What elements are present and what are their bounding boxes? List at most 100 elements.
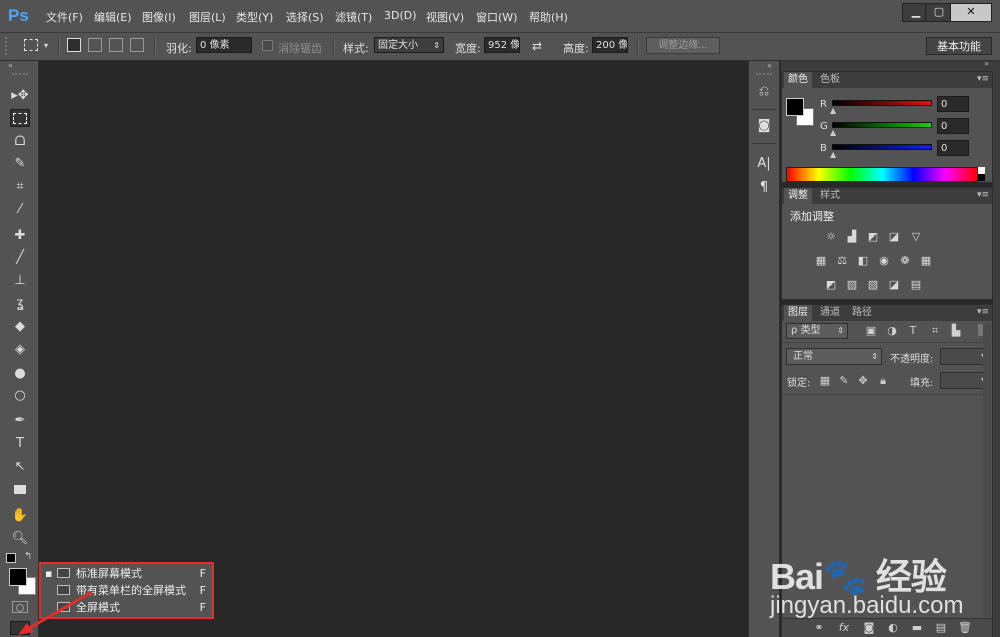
filter-shape-icon[interactable]: ⌗ xyxy=(928,324,942,338)
vibrance-icon[interactable]: ▽ xyxy=(909,231,923,243)
quick-select-tool-icon[interactable]: ✎ xyxy=(10,155,30,173)
panel-grip[interactable] xyxy=(756,73,772,75)
menu-3d[interactable]: 3D(D) xyxy=(384,9,417,22)
swap-icon[interactable]: ⇄ xyxy=(532,39,542,53)
spectrum-black[interactable] xyxy=(978,174,985,181)
add-selection-icon[interactable] xyxy=(88,38,102,52)
filter-type-icon[interactable]: T xyxy=(906,324,920,338)
adjustment-layer-icon[interactable]: ◐ xyxy=(886,621,900,635)
blue-slider[interactable] xyxy=(832,144,932,150)
type-tool-icon[interactable]: T xyxy=(10,435,30,453)
channel-mixer-icon[interactable]: ❁ xyxy=(898,255,912,267)
slider-thumb-icon[interactable]: ▲ xyxy=(830,150,836,159)
black-white-icon[interactable]: ◧ xyxy=(856,255,870,267)
layer-filter-select[interactable]: ρ 类型 ⇕ xyxy=(786,323,848,339)
filter-adjustment-icon[interactable]: ◑ xyxy=(885,324,899,338)
lock-position-icon[interactable]: ✥ xyxy=(856,374,870,388)
marquee-tool-icon[interactable] xyxy=(10,109,30,127)
crop-tool-icon[interactable]: ⌗ xyxy=(10,178,30,196)
slider-thumb-icon[interactable]: ▲ xyxy=(830,106,836,115)
posterize-icon[interactable]: ▨ xyxy=(845,279,859,291)
menu-edit[interactable]: 编辑(E) xyxy=(94,9,132,25)
lock-transparent-icon[interactable]: ▦ xyxy=(818,374,832,388)
tab-swatches[interactable]: 色板 xyxy=(816,72,844,88)
pen-tool-icon[interactable]: ✒ xyxy=(10,412,30,430)
close-button[interactable]: ✕ xyxy=(950,3,992,22)
expand-icon[interactable]: » xyxy=(984,59,989,68)
spectrum-white[interactable] xyxy=(978,167,985,174)
red-slider[interactable] xyxy=(832,100,932,106)
exposure-icon[interactable]: ◪ xyxy=(887,231,901,243)
history-brush-tool-icon[interactable]: ʓ xyxy=(10,295,30,313)
layers-scrollbar[interactable] xyxy=(983,323,991,617)
tab-channels[interactable]: 通道 xyxy=(816,305,844,321)
blur-tool-icon[interactable]: ● xyxy=(10,365,30,383)
marquee-preset-icon[interactable] xyxy=(24,39,38,51)
foreground-color-swatch[interactable] xyxy=(786,98,804,116)
threshold-icon[interactable]: ▧ xyxy=(866,279,880,291)
filter-pixel-icon[interactable]: ▣ xyxy=(864,324,878,338)
hue-saturation-icon[interactable]: ▦ xyxy=(814,255,828,267)
menu-view[interactable]: 视图(V) xyxy=(426,9,464,25)
color-balance-icon[interactable]: ⚖ xyxy=(835,255,849,267)
character-icon[interactable]: A| xyxy=(755,155,773,173)
options-grip[interactable] xyxy=(5,37,13,55)
new-layer-icon[interactable]: ▤ xyxy=(934,621,948,635)
menu-item-standard-screen[interactable]: ▪ 标准屏幕模式 F xyxy=(41,565,212,582)
brightness-icon[interactable]: ☼ xyxy=(824,231,838,243)
eraser-tool-icon[interactable]: ◆ xyxy=(10,318,30,336)
panel-menu-icon[interactable]: ▾≡ xyxy=(977,307,989,317)
clone-stamp-tool-icon[interactable]: ⊥ xyxy=(10,272,30,290)
tab-adjustments[interactable]: 调整 xyxy=(784,188,812,204)
eyedropper-tool-icon[interactable]: ⁄ xyxy=(10,201,30,219)
gradient-map-icon[interactable]: ▤ xyxy=(909,279,923,291)
healing-brush-tool-icon[interactable]: ✚ xyxy=(10,227,30,245)
menu-help[interactable]: 帮助(H) xyxy=(529,9,568,25)
lasso-tool-icon[interactable]: ᗝ xyxy=(10,133,30,151)
height-input[interactable]: 200 像 xyxy=(592,37,628,53)
menu-select[interactable]: 选择(S) xyxy=(286,9,324,25)
color-lookup-icon[interactable]: ▦ xyxy=(919,255,933,267)
green-value[interactable]: 0 xyxy=(937,118,969,134)
panel-menu-icon[interactable]: ▾≡ xyxy=(977,74,989,84)
layer-mask-icon[interactable]: ◙ xyxy=(862,621,876,635)
lock-all-icon[interactable]: 🔒︎ xyxy=(876,374,890,388)
menu-layer[interactable]: 图层(L) xyxy=(189,9,226,25)
menu-image[interactable]: 图像(I) xyxy=(142,9,176,25)
subtract-selection-icon[interactable] xyxy=(109,38,123,52)
intersect-selection-icon[interactable] xyxy=(130,38,144,52)
photo-filter-icon[interactable]: ◉ xyxy=(877,255,891,267)
properties-icon[interactable]: ◙ xyxy=(755,117,773,135)
tab-layers[interactable]: 图层 xyxy=(784,305,812,321)
history-icon[interactable]: ⎌ xyxy=(755,83,773,101)
trash-icon[interactable]: 🗑︎ xyxy=(958,621,972,635)
panel-menu-icon[interactable]: ▾≡ xyxy=(977,190,989,200)
panel-grip[interactable] xyxy=(12,73,28,77)
refine-edge-button[interactable]: 调整边缘... xyxy=(646,37,720,54)
chevron-down-icon[interactable]: ▾ xyxy=(44,41,48,50)
paint-bucket-tool-icon[interactable]: ◈ xyxy=(10,341,30,359)
rectangle-tool-icon[interactable] xyxy=(10,481,30,499)
maximize-button[interactable]: ▢ xyxy=(925,3,953,22)
blend-mode-select[interactable]: 正常 ⇕ xyxy=(786,348,882,365)
levels-icon[interactable]: ▟ xyxy=(845,231,859,243)
slider-thumb-icon[interactable]: ▲ xyxy=(830,128,836,137)
document-canvas[interactable] xyxy=(39,61,743,637)
default-colors-icon[interactable] xyxy=(6,553,16,563)
hand-tool-icon[interactable]: ✋ xyxy=(10,507,30,525)
dodge-tool-icon[interactable]: ○ xyxy=(10,387,30,405)
menu-filter[interactable]: 滤镜(T) xyxy=(335,9,372,25)
expand-icon[interactable]: « xyxy=(767,61,772,70)
workspace-button[interactable]: 基本功能 xyxy=(926,37,992,55)
color-spectrum[interactable] xyxy=(786,167,978,182)
layer-style-icon[interactable]: fx xyxy=(837,621,851,635)
tab-styles[interactable]: 样式 xyxy=(816,188,844,204)
path-select-tool-icon[interactable]: ↖ xyxy=(10,458,30,476)
red-value[interactable]: 0 xyxy=(937,96,969,112)
fill-input[interactable]: ▾ xyxy=(940,372,988,389)
foreground-color-swatch[interactable] xyxy=(9,568,27,586)
menu-window[interactable]: 窗口(W) xyxy=(476,9,517,25)
green-slider[interactable] xyxy=(832,122,932,128)
swap-colors-icon[interactable]: ↰ xyxy=(24,551,32,562)
collapse-icon[interactable]: » xyxy=(8,61,13,70)
